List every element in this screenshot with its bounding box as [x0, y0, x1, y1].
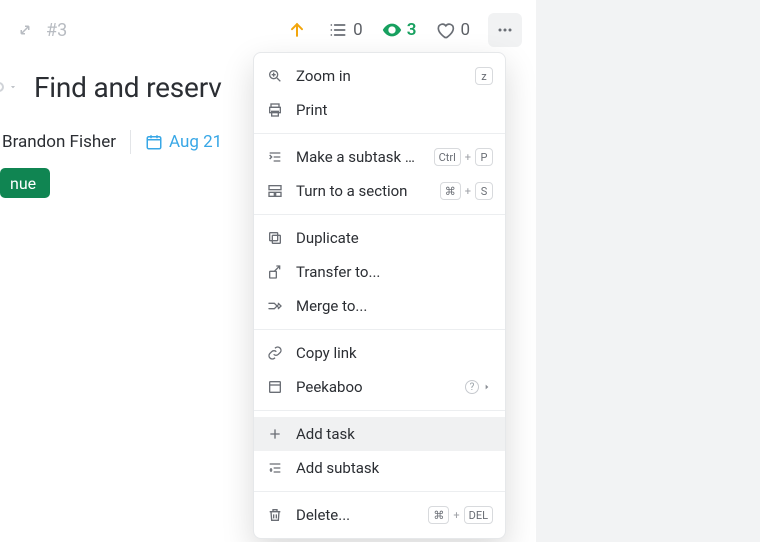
tag-label: nue — [10, 174, 36, 193]
likes-value: 0 — [460, 20, 470, 40]
due-date[interactable]: Aug 21 — [145, 132, 222, 152]
section-icon — [266, 182, 284, 200]
menu-label: Copy link — [296, 344, 493, 362]
likes-count[interactable]: 0 — [434, 19, 470, 41]
plus-icon — [266, 425, 284, 443]
menu-add-task[interactable]: Add task — [254, 417, 505, 451]
peekaboo-icon — [266, 378, 284, 396]
transfer-icon — [266, 263, 284, 281]
menu-copy-link[interactable]: Copy link — [254, 336, 505, 370]
help-icon: ? — [465, 380, 479, 394]
menu-label: Duplicate — [296, 229, 493, 247]
merge-icon — [266, 297, 284, 315]
add-subtask-icon — [266, 459, 284, 477]
expand-icon[interactable] — [14, 19, 36, 41]
menu-label: Make a subtask of... — [296, 148, 422, 166]
divider — [254, 491, 505, 492]
menu-delete[interactable]: Delete... ⌘ + DEL — [254, 498, 505, 532]
more-menu: Zoom in z Print Make a subtask of... Ctr… — [253, 52, 506, 539]
menu-turn-section[interactable]: Turn to a section ⌘ + S — [254, 174, 505, 208]
arrow-up-icon[interactable] — [287, 19, 309, 41]
menu-label: Add subtask — [296, 459, 493, 477]
divider — [254, 329, 505, 330]
topbar: #3 0 3 0 — [0, 0, 536, 60]
assignee-name[interactable]: Brandon Fisher — [2, 132, 116, 152]
link-icon — [266, 344, 284, 362]
divider — [254, 214, 505, 215]
divider — [254, 133, 505, 134]
due-date-label: Aug 21 — [169, 132, 222, 152]
menu-label: Merge to... — [296, 297, 493, 315]
divider — [130, 130, 131, 154]
duplicate-icon — [266, 229, 284, 247]
watchers-value: 3 — [407, 20, 417, 40]
menu-make-subtask[interactable]: Make a subtask of... Ctrl + P — [254, 140, 505, 174]
eye-icon — [381, 19, 403, 41]
subtask-of-icon — [266, 148, 284, 166]
divider — [254, 410, 505, 411]
status-bullet-icon[interactable] — [0, 82, 4, 92]
side-panel — [536, 0, 760, 542]
kbd-del: DEL — [464, 506, 493, 524]
task-number: #3 — [46, 20, 67, 41]
subtasks-value: 0 — [353, 20, 363, 40]
menu-print[interactable]: Print — [254, 93, 505, 127]
print-icon — [266, 101, 284, 119]
more-button[interactable] — [488, 13, 522, 47]
menu-zoom-in[interactable]: Zoom in z — [254, 59, 505, 93]
menu-transfer[interactable]: Transfer to... — [254, 255, 505, 289]
menu-add-subtask[interactable]: Add subtask — [254, 451, 505, 485]
calendar-icon — [145, 133, 163, 151]
menu-peekaboo[interactable]: Peekaboo ? — [254, 370, 505, 404]
plus: + — [453, 509, 459, 522]
menu-label: Turn to a section — [296, 182, 428, 200]
list-icon — [327, 19, 349, 41]
kbd-ctrl: Ctrl — [434, 148, 461, 166]
kbd-s: S — [475, 182, 493, 200]
watchers-count[interactable]: 3 — [381, 19, 417, 41]
trash-icon — [266, 506, 284, 524]
kbd-cmd: ⌘ — [440, 182, 461, 200]
menu-label: Delete... — [296, 506, 416, 524]
heart-icon — [434, 19, 456, 41]
menu-merge[interactable]: Merge to... — [254, 289, 505, 323]
menu-label: Print — [296, 101, 493, 119]
plus: + — [465, 185, 471, 198]
menu-label: Add task — [296, 425, 493, 443]
main-panel: #3 0 3 0 — [0, 0, 536, 542]
zoom-in-icon — [266, 67, 284, 85]
task-title[interactable]: Find and reserv — [34, 71, 222, 104]
subtasks-count[interactable]: 0 — [327, 19, 363, 41]
menu-label: Transfer to... — [296, 263, 493, 281]
menu-label: Peekaboo — [296, 378, 453, 396]
kbd-cmd: ⌘ — [428, 506, 449, 524]
plus: + — [465, 151, 471, 164]
chevron-right-icon — [483, 382, 493, 392]
tag-pill[interactable]: nue — [0, 168, 50, 198]
menu-duplicate[interactable]: Duplicate — [254, 221, 505, 255]
kbd-p: P — [475, 148, 493, 166]
kbd-z: z — [475, 67, 493, 85]
menu-label: Zoom in — [296, 67, 463, 85]
chevron-down-icon[interactable] — [8, 82, 18, 92]
